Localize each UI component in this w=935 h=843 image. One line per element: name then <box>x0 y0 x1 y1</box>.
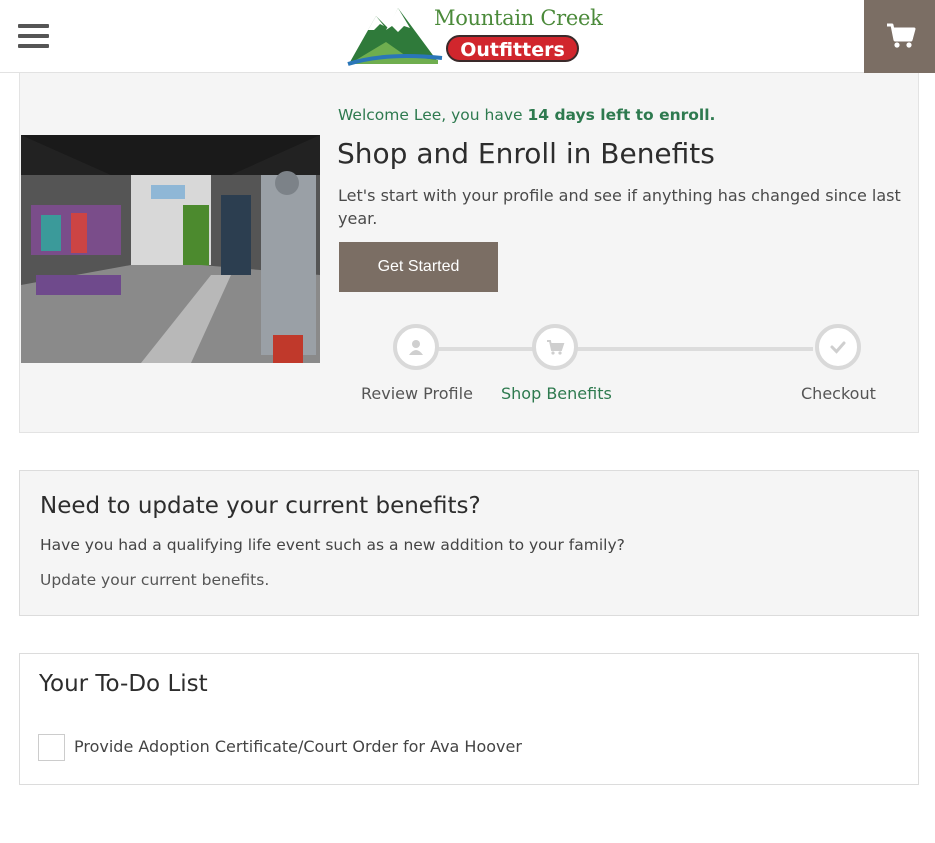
store-interior-image <box>21 135 320 363</box>
step-shop-benefits-node[interactable] <box>532 324 578 370</box>
mountain-logo-icon <box>347 8 443 66</box>
update-benefits-link[interactable]: Update your current benefits. <box>40 571 269 589</box>
enrollment-deadline-notice: Welcome Lee, you have 14 days left to en… <box>338 106 715 124</box>
page-title: Shop and Enroll in Benefits <box>337 137 715 170</box>
step-checkout-node[interactable] <box>815 324 861 370</box>
cart-button[interactable] <box>864 0 935 73</box>
todo-item-label[interactable]: Provide Adoption Certificate/Court Order… <box>74 737 522 756</box>
step-label-review-profile[interactable]: Review Profile <box>361 384 473 403</box>
hero-description: Let's start with your profile and see if… <box>338 186 901 228</box>
todo-list-panel: Your To-Do List Provide Adoption Certifi… <box>19 653 919 785</box>
hamburger-menu-icon[interactable] <box>18 24 49 49</box>
logo-text-secondary: Outfitters <box>460 39 565 61</box>
update-benefits-heading: Need to update your current benefits? <box>40 493 481 519</box>
shopping-cart-icon <box>887 23 916 48</box>
enrollment-hero-panel: Welcome Lee, you have 14 days left to en… <box>19 73 919 433</box>
checkmark-icon <box>830 341 846 354</box>
step-label-shop-benefits[interactable]: Shop Benefits <box>501 384 612 403</box>
todo-checkbox[interactable] <box>38 734 65 761</box>
welcome-text: Welcome Lee, you have <box>338 106 528 124</box>
logo-badge: Outfitters <box>446 35 579 62</box>
step-review-profile-node[interactable] <box>393 324 439 370</box>
brand-logo[interactable]: Mountain Creek Outfitters <box>346 2 603 68</box>
enrollment-progress-steps: Review Profile Shop Benefits Checkout <box>338 321 898 411</box>
days-left-highlight: 14 days left to enroll. <box>527 106 716 124</box>
logo-text-primary: Mountain Creek <box>434 6 603 30</box>
get-started-button[interactable]: Get Started <box>339 242 498 292</box>
person-icon <box>409 340 423 355</box>
cart-icon <box>547 340 565 355</box>
todo-list-heading: Your To-Do List <box>39 671 208 697</box>
top-header: Mountain Creek Outfitters <box>0 0 935 73</box>
progress-track <box>418 347 813 351</box>
update-benefits-panel: Need to update your current benefits? Ha… <box>19 470 919 616</box>
step-label-checkout[interactable]: Checkout <box>801 384 876 403</box>
update-benefits-description: Have you had a qualifying life event suc… <box>40 536 625 554</box>
